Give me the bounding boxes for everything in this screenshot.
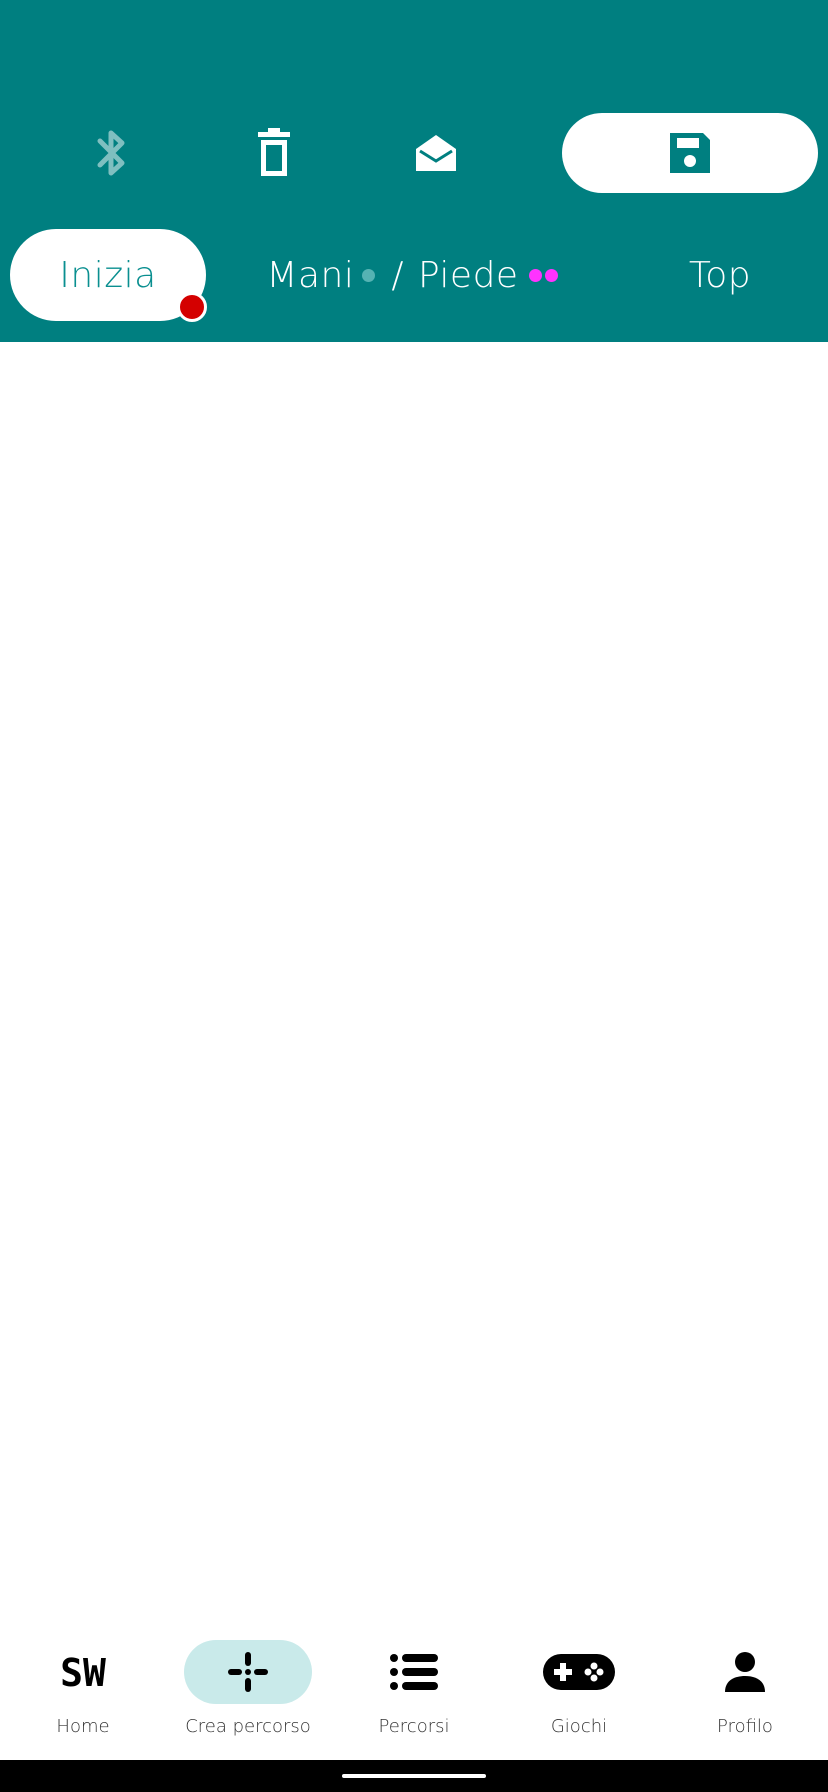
nav-home-icon-wrap: SW [19,1640,147,1704]
nav-crea-label: Crea percorso [185,1716,311,1737]
nav-percorsi[interactable]: Percorsi [339,1628,489,1748]
svg-text:SW: SW [60,1652,106,1692]
save-icon [670,133,710,173]
tab-mani-piede[interactable]: Mani / Piede [262,229,562,321]
piede-dot-1 [528,268,542,282]
nav-percorsi-icon-wrap [350,1640,478,1704]
envelope-open-icon [416,135,456,171]
system-navigation-bar [0,1760,828,1792]
list-icon [390,1654,438,1690]
nav-home[interactable]: SW Home [8,1628,158,1748]
nav-profilo[interactable]: Profilo [670,1628,820,1748]
save-button[interactable] [562,113,818,193]
sw-logo-icon: SW [60,1652,106,1692]
bottom-navigation: SW Home Crea percorso Percorsi Giochi Pr… [0,1608,828,1760]
main-content-area [0,342,828,1608]
home-indicator[interactable] [342,1774,486,1778]
tab-piede-label: Piede [418,254,519,296]
nav-home-label: Home [56,1716,110,1737]
nav-giochi-icon-wrap [515,1640,643,1704]
nav-crea-percorso[interactable]: Crea percorso [173,1628,323,1748]
nav-profilo-label: Profilo [717,1716,773,1737]
top-app-header: Inizia Mani / Piede Top [0,0,828,342]
bluetooth-icon [97,130,125,176]
gamepad-icon [543,1654,615,1690]
tab-top[interactable]: Top [660,229,780,321]
mail-button[interactable] [406,118,466,188]
person-icon [725,1652,765,1692]
notification-dot [177,292,207,322]
tab-separator: / [391,254,404,296]
tab-mani-label: Mani [266,254,355,296]
nav-giochi[interactable]: Giochi [504,1628,654,1748]
nav-giochi-label: Giochi [550,1716,608,1737]
plus-cross-icon [228,1652,268,1692]
mani-dot [362,268,376,282]
trash-icon [258,128,290,176]
tab-top-label: Top [688,254,752,296]
nav-crea-icon-wrap [184,1640,312,1704]
delete-button[interactable] [244,118,304,188]
nav-percorsi-label: Percorsi [378,1716,450,1737]
tab-inizia-label: Inizia [59,254,157,296]
bluetooth-button[interactable] [82,118,142,188]
nav-profilo-icon-wrap [681,1640,809,1704]
piede-dot-2 [544,268,558,282]
